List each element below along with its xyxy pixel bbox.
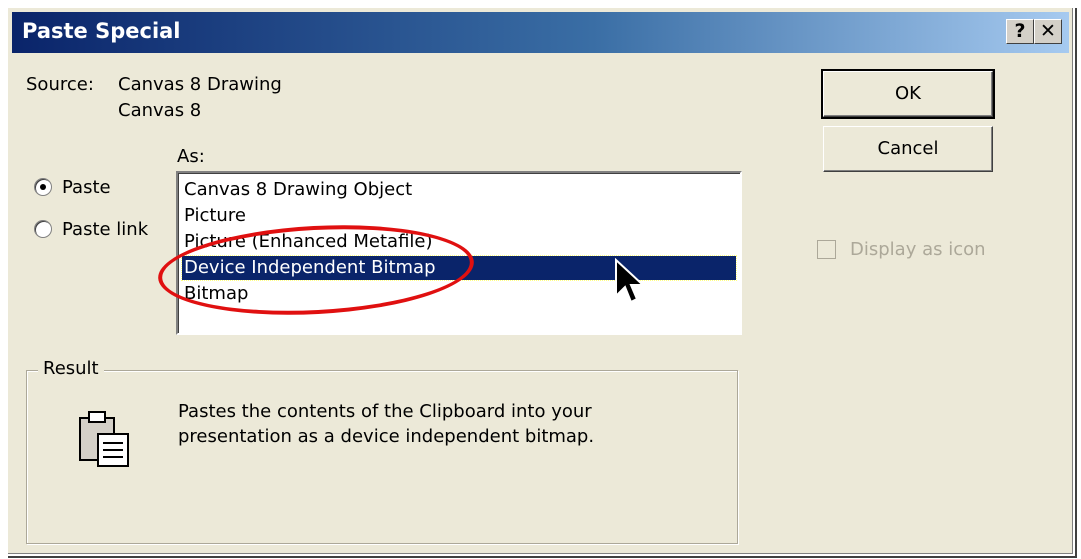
result-description: Pastes the contents of the Clipboard int… (178, 401, 595, 447)
source-line-1: Canvas 8 Drawing (118, 74, 282, 95)
close-button[interactable]: ✕ (1034, 19, 1062, 44)
result-legend: Result (38, 358, 104, 379)
source-label: Source: (26, 74, 94, 95)
radio-selected-dot (40, 184, 46, 190)
display-as-icon-checkbox[interactable] (817, 240, 836, 259)
source-line-2: Canvas 8 (118, 100, 202, 121)
mouse-cursor-icon (615, 258, 646, 304)
paste-radio[interactable] (34, 178, 52, 196)
dialog-title: Paste Special (22, 19, 181, 43)
paste-link-radio-label[interactable]: Paste link (62, 219, 148, 240)
list-item[interactable]: Canvas 8 Drawing Object (182, 178, 736, 202)
list-item[interactable]: Picture (182, 204, 736, 228)
help-button[interactable]: ? (1006, 19, 1034, 44)
ok-button[interactable]: OK (821, 69, 995, 119)
paste-radio-label[interactable]: Paste (62, 177, 111, 198)
as-label: As: (177, 146, 205, 167)
paste-link-radio[interactable] (34, 220, 52, 238)
title-bar: Paste Special ? ✕ (12, 12, 1069, 53)
clipboard-paste-icon (79, 411, 129, 467)
cancel-button[interactable]: Cancel (823, 126, 993, 172)
display-as-icon-label: Display as icon (850, 239, 986, 260)
